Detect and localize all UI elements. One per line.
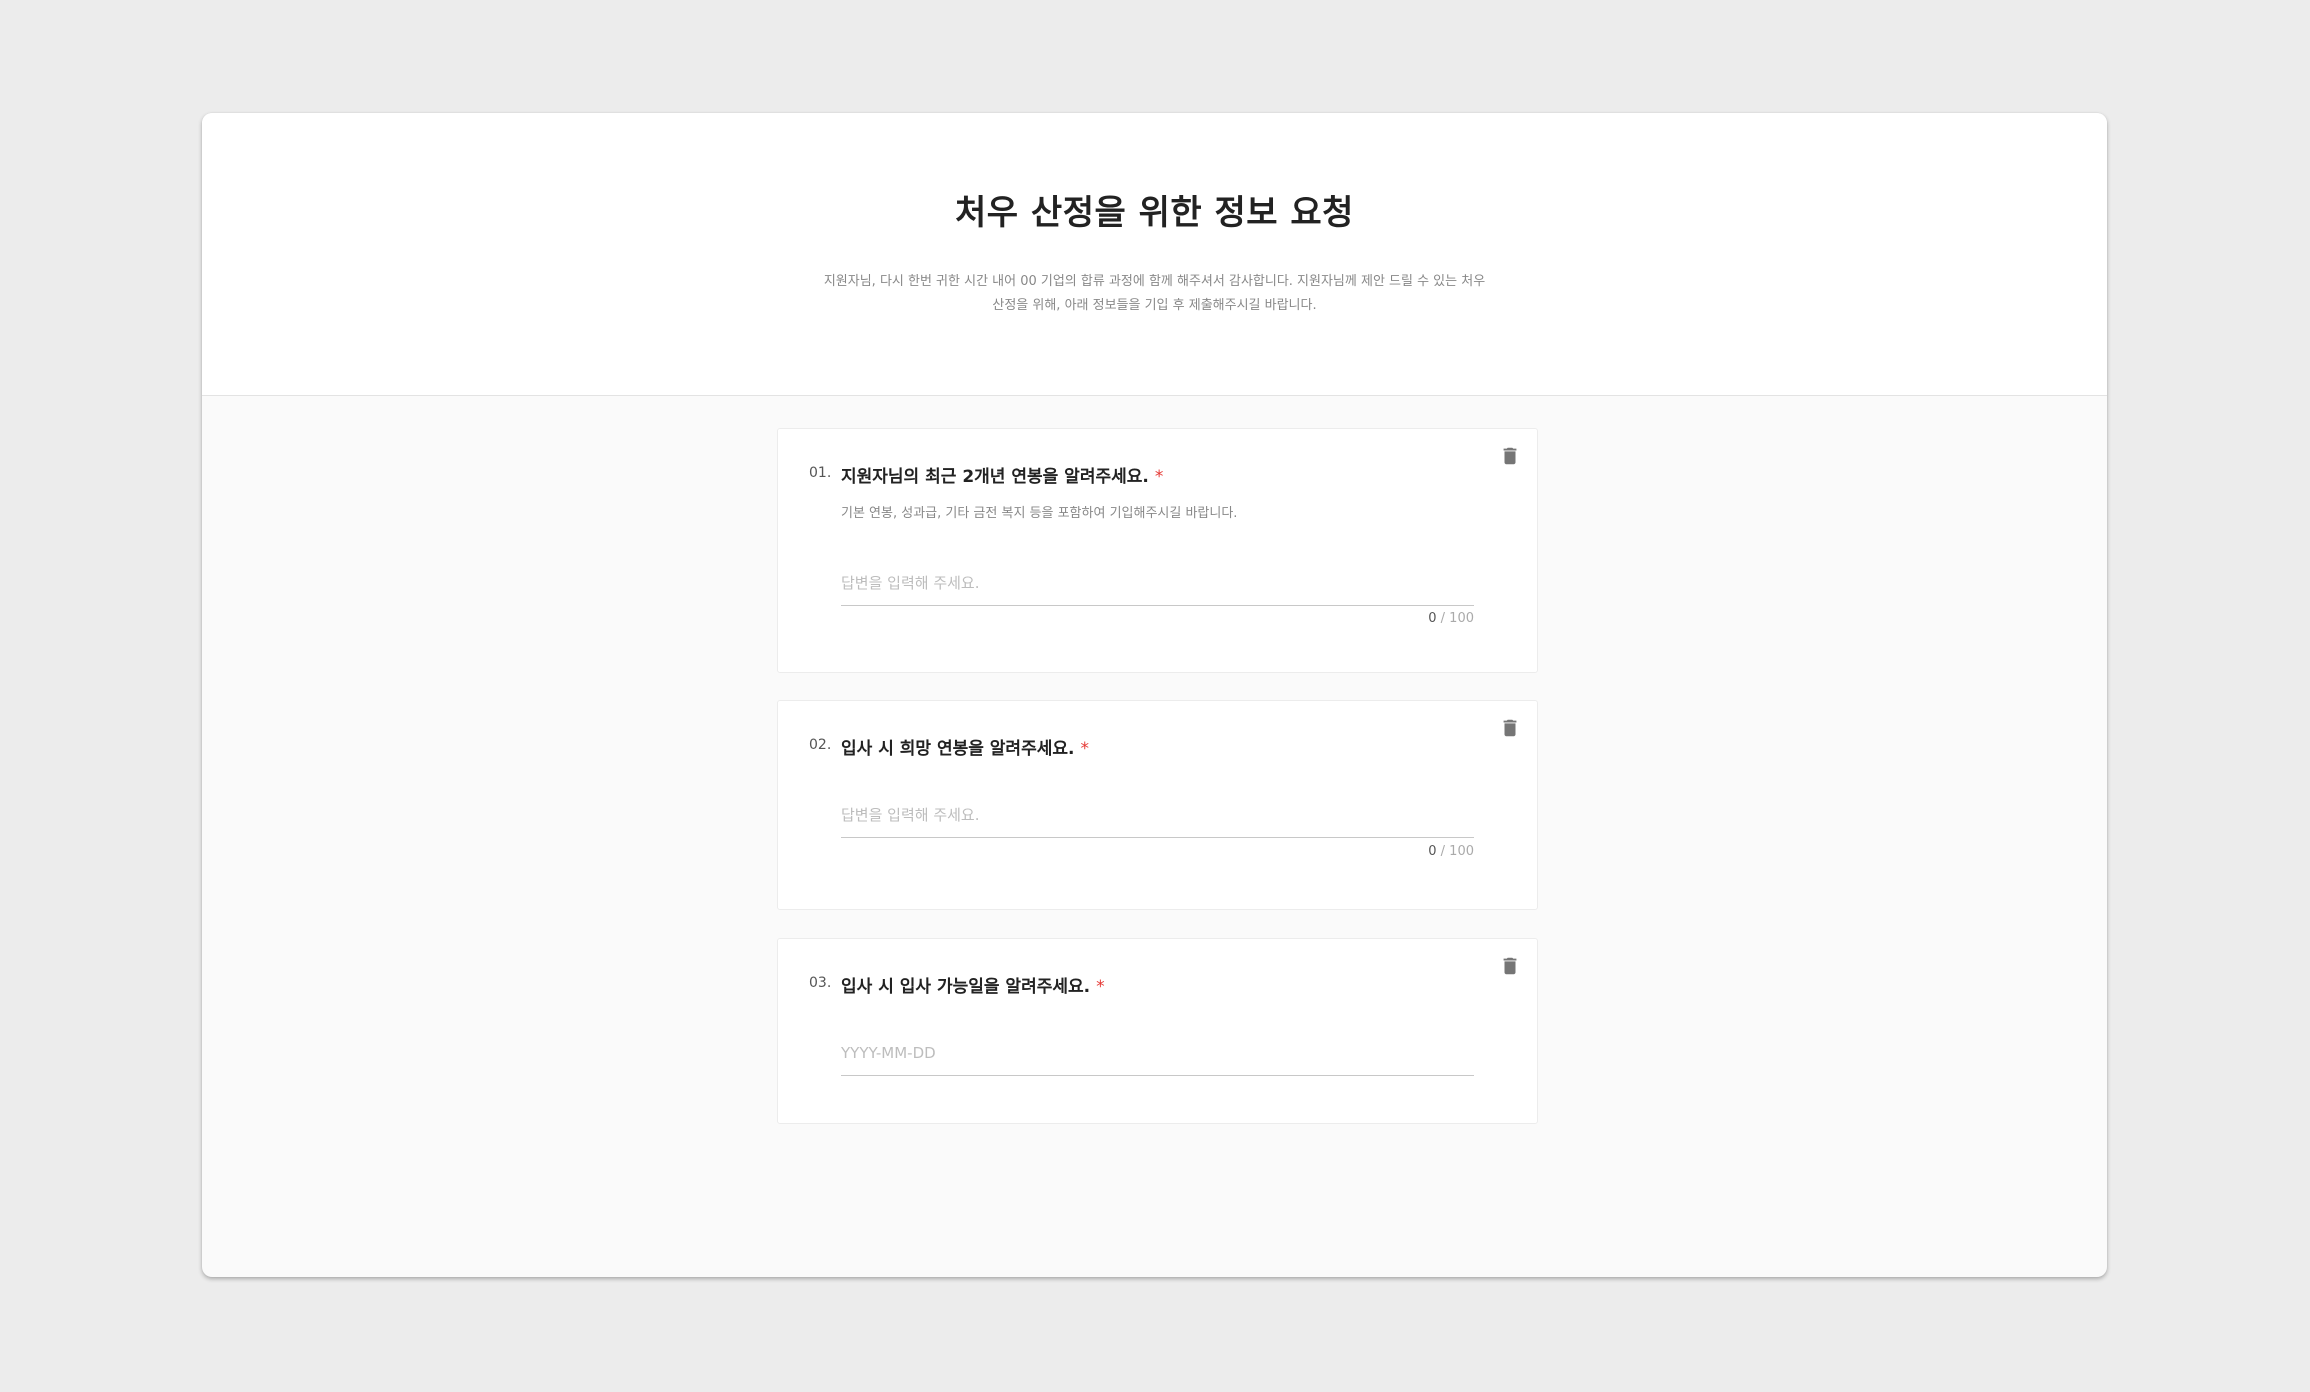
char-counter: 0 / 100	[841, 611, 1474, 626]
question-card-2: 02. 입사 시 희망 연봉을 알려주세요.* 0 / 100	[777, 700, 1538, 910]
char-count-current: 0	[1428, 611, 1437, 626]
question-card-3: 03. 입사 시 입사 가능일을 알려주세요. *	[777, 938, 1538, 1124]
question-title-text: 입사 시 희망 연봉을 알려주세요.	[841, 739, 1075, 759]
page-subtitle: 지원자님, 다시 한번 귀한 시간 내어 00 기업의 합류 과정에 함께 해주…	[823, 274, 1486, 313]
form-page: 처우 산정을 위한 정보 요청 지원자님, 다시 한번 귀한 시간 내어 00 …	[202, 113, 2107, 1277]
trash-icon[interactable]	[1499, 955, 1521, 977]
question-title-text: 지원자님의 최근 2개년 연봉을 알려주세요.	[841, 467, 1149, 487]
question-title-text: 입사 시 입사 가능일을 알려주세요.	[841, 977, 1091, 997]
required-mark: *	[1096, 977, 1105, 997]
question-card-1: 01. 지원자님의 최근 2개년 연봉을 알려주세요. * 기본 연봉, 성과급,…	[777, 428, 1538, 673]
question-title: 입사 시 희망 연봉을 알려주세요. *	[841, 734, 1089, 759]
date-input[interactable]	[841, 1031, 1474, 1076]
question-number: 02.	[809, 737, 832, 753]
question-title: 입사 시 입사 가능일을 알려주세요. *	[841, 972, 1105, 997]
char-counter: 0 / 100	[841, 844, 1474, 859]
form-header: 처우 산정을 위한 정보 요청 지원자님, 다시 한번 귀한 시간 내어 00 …	[202, 113, 2107, 396]
answer-input[interactable]	[841, 561, 1474, 606]
trash-icon[interactable]	[1499, 445, 1521, 467]
question-description: 기본 연봉, 성과급, 기타 금전 복지 등을 포함하여 기입해주시길 바랍니다…	[841, 506, 1238, 521]
trash-icon[interactable]	[1499, 717, 1521, 739]
char-count-current: 0	[1428, 844, 1437, 859]
page-title: 처우 산정을 위한 정보 요청	[955, 193, 1354, 233]
answer-input[interactable]	[841, 793, 1474, 838]
char-count-max: / 100	[1440, 611, 1474, 626]
char-count-max: / 100	[1440, 844, 1474, 859]
question-number: 01.	[809, 465, 832, 481]
required-mark: *	[1080, 739, 1089, 759]
question-number: 03.	[809, 975, 832, 991]
question-title: 지원자님의 최근 2개년 연봉을 알려주세요. *	[841, 462, 1163, 487]
required-mark: *	[1154, 467, 1164, 487]
